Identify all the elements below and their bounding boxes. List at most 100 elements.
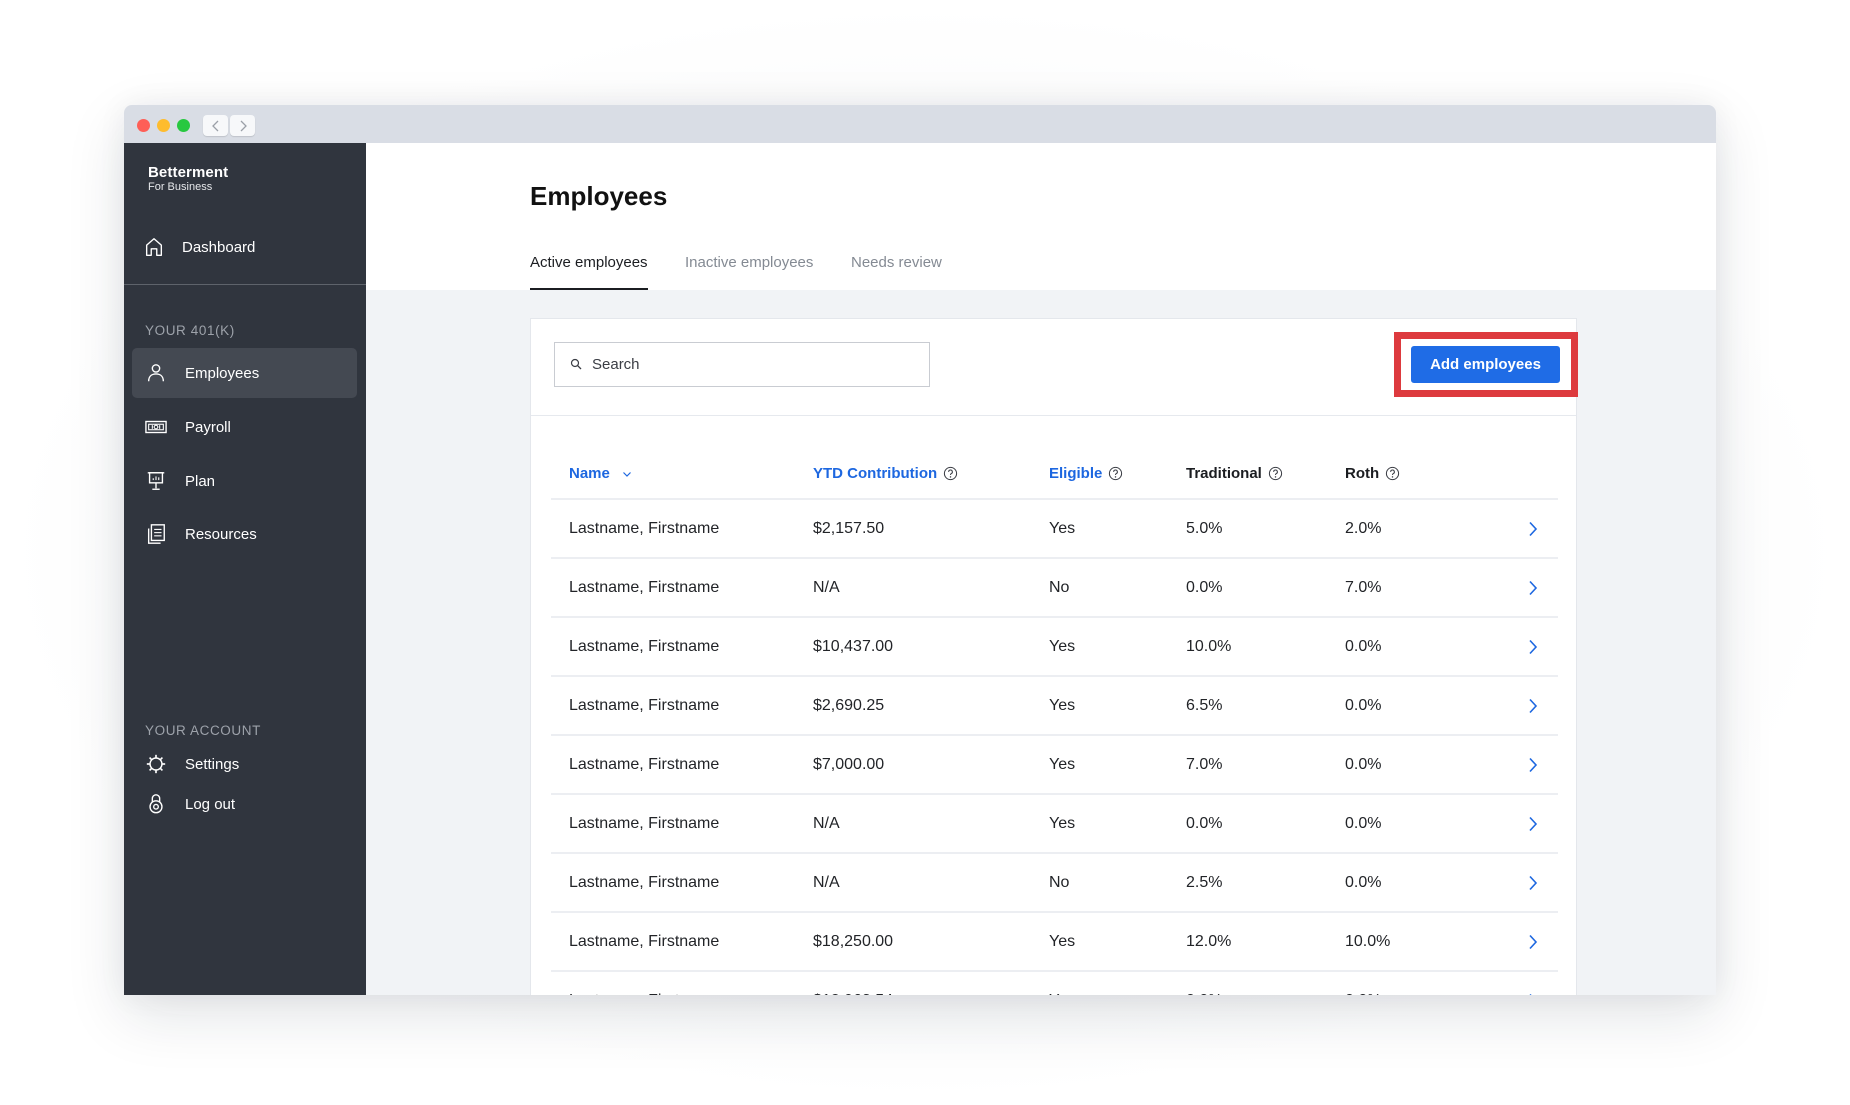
cell-traditional: 10.0% bbox=[1186, 637, 1232, 655]
chevron-right-icon[interactable] bbox=[1528, 934, 1538, 950]
table-row[interactable]: Lastname, Firstname N/A No 0.0% 7.0% bbox=[551, 559, 1558, 618]
sidebar-item-label: Plan bbox=[185, 472, 216, 490]
sidebar-item-label: Resources bbox=[185, 525, 257, 543]
column-header-label: Roth bbox=[1345, 465, 1380, 482]
cell-traditional: 0.0% bbox=[1186, 814, 1223, 832]
table-header-row: Name YTD Contribution Eligible Tradition… bbox=[551, 452, 1558, 500]
cell-ytd-contribution: $10,437.00 bbox=[813, 637, 894, 655]
sidebar-item-employees[interactable]: Employees bbox=[132, 348, 357, 398]
chevron-right-icon[interactable] bbox=[1528, 698, 1538, 714]
cell-name: Lastname, Firstname bbox=[569, 932, 720, 950]
cell-eligible: Yes bbox=[1049, 637, 1076, 655]
cell-traditional: 12.0% bbox=[1186, 932, 1232, 950]
minimize-window-button[interactable] bbox=[157, 119, 170, 132]
cell-ytd-contribution: N/A bbox=[813, 814, 840, 832]
sidebar-item-resources[interactable]: Resources bbox=[132, 509, 357, 559]
table-row[interactable]: Lastname, Firstname $7,000.00 Yes 7.0% 0… bbox=[551, 736, 1558, 795]
chevron-right-icon[interactable] bbox=[1528, 816, 1538, 832]
sidebar-item-plan[interactable]: Plan bbox=[132, 456, 357, 506]
tab-active-employees[interactable]: Active employees bbox=[530, 254, 648, 290]
help-icon[interactable] bbox=[1108, 466, 1123, 481]
sidebar-item-label: Payroll bbox=[185, 418, 231, 436]
cell-traditional: 7.0% bbox=[1186, 755, 1223, 773]
table-toolbar: Add employees bbox=[531, 319, 1578, 416]
cell-eligible: Yes bbox=[1049, 755, 1076, 773]
cell-traditional: 6.5% bbox=[1186, 696, 1223, 714]
sidebar-divider bbox=[124, 284, 366, 285]
cell-ytd-contribution: $2,157.50 bbox=[813, 519, 885, 537]
chevron-right-icon bbox=[240, 120, 247, 131]
search-input[interactable] bbox=[592, 343, 912, 386]
cell-traditional: 5.0% bbox=[1186, 519, 1223, 537]
chevron-right-icon[interactable] bbox=[1528, 521, 1538, 537]
table-row[interactable]: Lastname, Firstname $18,250.00 Yes 12.0%… bbox=[551, 913, 1558, 972]
tab-needs-review[interactable]: Needs review bbox=[851, 254, 942, 290]
cell-roth: 0.0% bbox=[1345, 696, 1382, 714]
cell-roth: 0.0% bbox=[1345, 637, 1382, 655]
column-header-eligible[interactable]: Eligible bbox=[1049, 465, 1123, 482]
cell-name: Lastname, Firstname bbox=[569, 696, 720, 714]
help-icon[interactable] bbox=[1385, 466, 1400, 481]
cell-eligible: Yes bbox=[1049, 992, 1075, 996]
column-header-roth: Roth bbox=[1345, 465, 1400, 482]
table-row[interactable]: Lastname, Firstname $2,690.25 Yes 6.5% 0… bbox=[551, 677, 1558, 736]
help-icon[interactable] bbox=[943, 466, 958, 481]
chevron-right-icon[interactable] bbox=[1528, 757, 1538, 773]
cell-eligible: Yes bbox=[1049, 814, 1076, 832]
cell-eligible: Yes bbox=[1049, 519, 1076, 537]
forward-button[interactable] bbox=[230, 115, 255, 136]
table-row[interactable]: Lastname, Firstname $12,963.54 Yes 0.0% … bbox=[551, 972, 1558, 995]
back-button[interactable] bbox=[203, 115, 228, 136]
chevron-right-icon[interactable] bbox=[1528, 639, 1538, 655]
sidebar-item-dashboard[interactable]: Dashboard bbox=[132, 222, 357, 272]
tab-inactive-employees[interactable]: Inactive employees bbox=[685, 254, 813, 290]
cell-traditional: 2.5% bbox=[1186, 873, 1223, 891]
logo[interactable]: Betterment For Business bbox=[148, 165, 228, 194]
cell-roth: 2.0% bbox=[1345, 519, 1382, 537]
cell-roth: 0.0% bbox=[1345, 992, 1381, 996]
column-header-label: Name bbox=[569, 465, 610, 482]
page-title: Employees bbox=[530, 181, 668, 211]
sidebar-item-logout[interactable]: Log out bbox=[132, 783, 357, 825]
column-header-ytd-contribution[interactable]: YTD Contribution bbox=[813, 465, 958, 482]
column-header-name[interactable]: Name bbox=[569, 465, 632, 482]
help-icon[interactable] bbox=[1268, 466, 1283, 481]
table-row[interactable]: Lastname, Firstname $10,437.00 Yes 10.0%… bbox=[551, 618, 1558, 677]
cell-ytd-contribution: N/A bbox=[813, 873, 840, 891]
column-header-label: Traditional bbox=[1186, 465, 1262, 482]
cell-name: Lastname, Firstname bbox=[569, 755, 720, 773]
chevron-left-icon bbox=[211, 120, 218, 131]
gear-icon bbox=[144, 752, 168, 776]
table-row[interactable]: Lastname, Firstname $2,157.50 Yes 5.0% 2… bbox=[551, 500, 1558, 559]
lock-icon bbox=[144, 792, 168, 816]
section-label-account: YOUR ACCOUNT bbox=[145, 723, 261, 738]
search-field[interactable] bbox=[554, 342, 930, 387]
documents-icon bbox=[144, 522, 168, 546]
cell-name: Lastname, Firstname bbox=[569, 578, 720, 596]
maximize-window-button[interactable] bbox=[177, 119, 190, 132]
table-row[interactable]: Lastname, Firstname N/A Yes 0.0% 0.0% bbox=[551, 795, 1558, 854]
page-header: Employees Active employees Inactive empl… bbox=[366, 143, 1716, 290]
cell-roth: 10.0% bbox=[1345, 932, 1391, 950]
cell-roth: 0.0% bbox=[1345, 755, 1382, 773]
close-window-button[interactable] bbox=[137, 119, 150, 132]
column-header-label: Eligible bbox=[1049, 465, 1103, 482]
cell-roth: 7.0% bbox=[1345, 578, 1382, 596]
add-employees-button[interactable]: Add employees bbox=[1411, 346, 1560, 383]
chevron-right-icon[interactable] bbox=[1528, 875, 1538, 891]
sidebar-item-payroll[interactable]: Payroll bbox=[132, 402, 357, 452]
cell-ytd-contribution: $7,000.00 bbox=[813, 755, 885, 773]
table-row[interactable]: Lastname, Firstname N/A No 2.5% 0.0% bbox=[551, 854, 1558, 913]
cell-roth: 0.0% bbox=[1345, 873, 1382, 891]
money-icon bbox=[144, 415, 168, 439]
sidebar-item-settings[interactable]: Settings bbox=[132, 743, 357, 785]
sidebar: Betterment For Business Dashboard YOUR 4… bbox=[124, 143, 366, 995]
cell-eligible: No bbox=[1049, 873, 1070, 891]
chevron-right-icon[interactable] bbox=[1528, 580, 1538, 596]
section-label-401k: YOUR 401(K) bbox=[145, 323, 235, 338]
cell-name: Lastname, Firstname bbox=[569, 992, 719, 996]
cell-eligible: Yes bbox=[1049, 696, 1076, 714]
cell-name: Lastname, Firstname bbox=[569, 873, 720, 891]
chevron-right-icon[interactable] bbox=[1528, 993, 1538, 996]
cell-name: Lastname, Firstname bbox=[569, 814, 720, 832]
